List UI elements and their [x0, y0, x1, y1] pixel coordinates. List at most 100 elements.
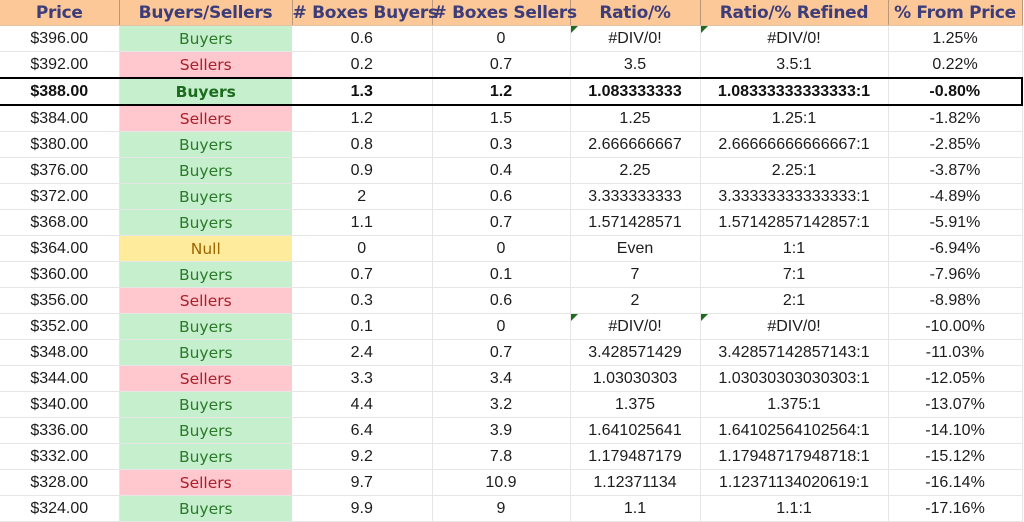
ratio-refined-cell[interactable]: 3.33333333333333:1 — [700, 183, 889, 210]
boxes-sellers-cell[interactable]: 0 — [432, 313, 571, 340]
boxes-buyers-cell[interactable]: 2.4 — [292, 339, 433, 366]
side-cell[interactable]: Buyers — [119, 339, 292, 366]
from-price-cell[interactable]: -14.10% — [888, 417, 1023, 444]
side-cell[interactable]: Buyers — [119, 391, 292, 418]
ratio-cell[interactable]: 1.375 — [570, 391, 701, 418]
side-cell[interactable]: Null — [119, 235, 292, 262]
boxes-sellers-cell[interactable]: 9 — [432, 495, 571, 522]
ratio-refined-cell[interactable]: 1.1:1 — [700, 495, 889, 522]
boxes-buyers-cell[interactable]: 1.2 — [292, 105, 433, 132]
ratio-refined-cell[interactable]: 7:1 — [700, 261, 889, 288]
boxes-sellers-cell[interactable]: 0.3 — [432, 131, 571, 158]
from-price-cell[interactable]: 1.25% — [888, 25, 1023, 52]
price-cell[interactable]: $396.00 — [0, 25, 120, 52]
from-price-cell[interactable]: -3.87% — [888, 157, 1023, 184]
from-price-cell[interactable]: -12.05% — [888, 365, 1023, 392]
price-cell[interactable]: $344.00 — [0, 365, 120, 392]
ratio-refined-cell[interactable]: 2.25:1 — [700, 157, 889, 184]
side-cell[interactable]: Buyers — [119, 417, 292, 444]
price-cell[interactable]: $352.00 — [0, 313, 120, 340]
price-cell[interactable]: $368.00 — [0, 209, 120, 236]
price-cell[interactable]: $388.00 — [0, 77, 120, 106]
ratio-cell[interactable]: 1.1 — [570, 495, 701, 522]
boxes-buyers-cell[interactable]: 0 — [292, 235, 433, 262]
header-buyers-sellers[interactable]: Buyers/Sellers — [119, 0, 293, 26]
boxes-buyers-cell[interactable]: 0.6 — [292, 25, 433, 52]
ratio-cell[interactable]: 1.12371134 — [570, 469, 701, 496]
boxes-sellers-cell[interactable]: 3.4 — [432, 365, 571, 392]
boxes-buyers-cell[interactable]: 9.9 — [292, 495, 433, 522]
ratio-cell-error[interactable]: #DIV/0! — [570, 313, 701, 340]
price-cell[interactable]: $380.00 — [0, 131, 120, 158]
ratio-cell[interactable]: 1.25 — [570, 105, 701, 132]
price-cell[interactable]: $324.00 — [0, 495, 120, 522]
header-from-price[interactable]: % From Price — [888, 0, 1023, 26]
boxes-sellers-cell[interactable]: 10.9 — [432, 469, 571, 496]
boxes-buyers-cell[interactable]: 6.4 — [292, 417, 433, 444]
boxes-sellers-cell[interactable]: 3.9 — [432, 417, 571, 444]
price-cell[interactable]: $348.00 — [0, 339, 120, 366]
side-cell[interactable]: Sellers — [119, 105, 292, 132]
price-cell[interactable]: $364.00 — [0, 235, 120, 262]
side-cell[interactable]: Buyers — [119, 209, 292, 236]
from-price-cell[interactable]: -15.12% — [888, 443, 1023, 470]
header-boxes-buyers[interactable]: # Boxes Buyers — [292, 0, 438, 26]
side-cell[interactable]: Sellers — [119, 51, 292, 79]
boxes-sellers-cell[interactable]: 1.5 — [432, 105, 571, 132]
boxes-sellers-cell[interactable]: 1.2 — [432, 77, 571, 106]
boxes-buyers-cell[interactable]: 0.7 — [292, 261, 433, 288]
ratio-refined-cell[interactable]: 1.17948717948718:1 — [700, 443, 889, 470]
header-ratio-refined[interactable]: Ratio/% Refined — [700, 0, 889, 26]
from-price-cell[interactable]: -2.85% — [888, 131, 1023, 158]
side-cell[interactable]: Sellers — [119, 365, 292, 392]
ratio-cell[interactable]: 1.641025641 — [570, 417, 701, 444]
ratio-refined-cell[interactable]: 2.66666666666667:1 — [700, 131, 889, 158]
ratio-cell[interactable]: 3.5 — [570, 51, 701, 79]
from-price-cell[interactable]: -7.96% — [888, 261, 1023, 288]
from-price-cell[interactable]: -17.16% — [888, 495, 1023, 522]
from-price-cell[interactable]: -16.14% — [888, 469, 1023, 496]
side-cell[interactable]: Buyers — [119, 157, 292, 184]
side-cell[interactable]: Buyers — [119, 131, 292, 158]
from-price-cell[interactable]: -8.98% — [888, 287, 1023, 314]
ratio-refined-cell[interactable]: 1.08333333333333:1 — [700, 77, 889, 106]
boxes-buyers-cell[interactable]: 0.9 — [292, 157, 433, 184]
boxes-buyers-cell[interactable]: 0.8 — [292, 131, 433, 158]
from-price-cell[interactable]: -10.00% — [888, 313, 1023, 340]
header-ratio[interactable]: Ratio/% — [570, 0, 701, 26]
side-cell[interactable]: Buyers — [119, 313, 292, 340]
side-cell[interactable]: Sellers — [119, 469, 292, 496]
boxes-buyers-cell[interactable]: 1.1 — [292, 209, 433, 236]
boxes-buyers-cell[interactable]: 2 — [292, 183, 433, 210]
from-price-cell[interactable]: -13.07% — [888, 391, 1023, 418]
ratio-refined-cell[interactable]: 1.03030303030303:1 — [700, 365, 889, 392]
boxes-sellers-cell[interactable]: 0.7 — [432, 339, 571, 366]
price-cell[interactable]: $392.00 — [0, 51, 120, 79]
boxes-buyers-cell[interactable]: 3.3 — [292, 365, 433, 392]
from-price-cell[interactable]: -5.91% — [888, 209, 1023, 236]
boxes-buyers-cell[interactable]: 9.2 — [292, 443, 433, 470]
ratio-cell[interactable]: 2 — [570, 287, 701, 314]
ratio-cell[interactable]: 3.428571429 — [570, 339, 701, 366]
side-cell[interactable]: Buyers — [119, 77, 292, 106]
ratio-refined-cell-error[interactable]: #DIV/0! — [700, 313, 889, 340]
price-cell[interactable]: $336.00 — [0, 417, 120, 444]
boxes-buyers-cell[interactable]: 0.1 — [292, 313, 433, 340]
price-cell[interactable]: $360.00 — [0, 261, 120, 288]
boxes-sellers-cell[interactable]: 0.4 — [432, 157, 571, 184]
header-boxes-sellers[interactable]: # Boxes Sellers — [432, 0, 577, 26]
ratio-cell[interactable]: 2.666666667 — [570, 131, 701, 158]
ratio-refined-cell[interactable]: 1.64102564102564:1 — [700, 417, 889, 444]
ratio-cell[interactable]: 1.179487179 — [570, 443, 701, 470]
ratio-cell[interactable]: 1.03030303 — [570, 365, 701, 392]
ratio-cell-error[interactable]: #DIV/0! — [570, 25, 701, 52]
from-price-cell[interactable]: -1.82% — [888, 105, 1023, 132]
side-cell[interactable]: Buyers — [119, 25, 292, 52]
from-price-cell[interactable]: 0.22% — [888, 51, 1023, 79]
boxes-buyers-cell[interactable]: 4.4 — [292, 391, 433, 418]
price-cell[interactable]: $384.00 — [0, 105, 120, 132]
from-price-cell[interactable]: -0.80% — [888, 77, 1023, 106]
ratio-cell[interactable]: 1.571428571 — [570, 209, 701, 236]
boxes-sellers-cell[interactable]: 0 — [432, 235, 571, 262]
boxes-buyers-cell[interactable]: 0.3 — [292, 287, 433, 314]
